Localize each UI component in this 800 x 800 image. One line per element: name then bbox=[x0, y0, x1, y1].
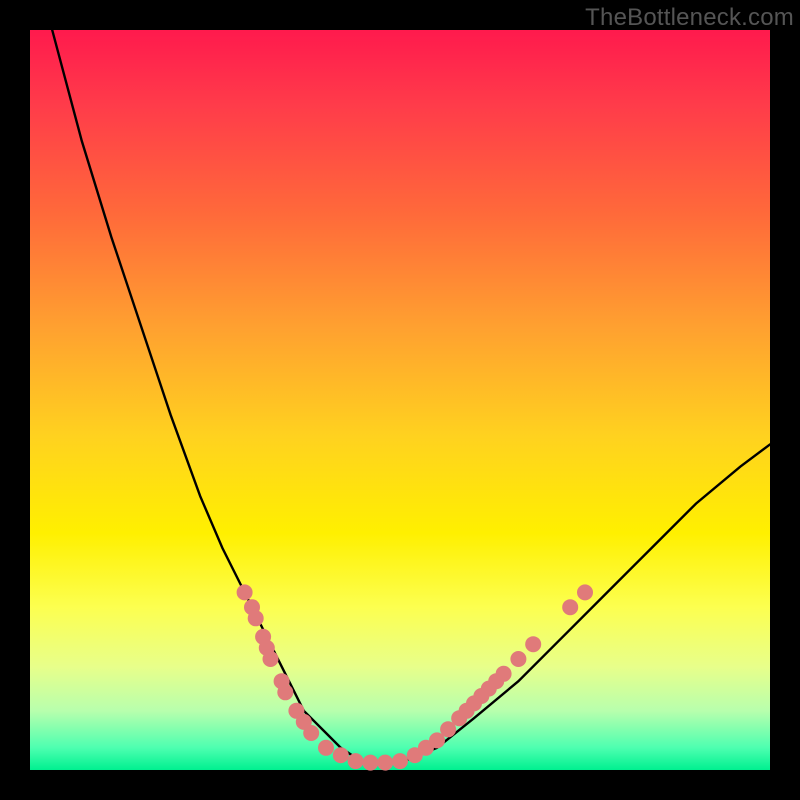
plot-area bbox=[30, 30, 770, 770]
scatter-point bbox=[348, 753, 364, 769]
scatter-point bbox=[510, 651, 526, 667]
scatter-point bbox=[263, 651, 279, 667]
scatter-point bbox=[248, 610, 264, 626]
scatter-point bbox=[377, 755, 393, 771]
scatter-point bbox=[237, 584, 253, 600]
scatter-point bbox=[525, 636, 541, 652]
chart-frame: TheBottleneck.com bbox=[0, 0, 800, 800]
scatter-point bbox=[577, 584, 593, 600]
scatter-point bbox=[496, 666, 512, 682]
bottleneck-curve-path bbox=[52, 30, 770, 763]
chart-svg bbox=[30, 30, 770, 770]
scatter-point bbox=[318, 740, 334, 756]
scatter-point bbox=[392, 753, 408, 769]
scatter-point bbox=[362, 755, 378, 771]
scatter-group bbox=[237, 584, 593, 770]
scatter-point bbox=[277, 684, 293, 700]
scatter-point bbox=[562, 599, 578, 615]
scatter-point bbox=[303, 725, 319, 741]
watermark-text: TheBottleneck.com bbox=[585, 4, 794, 32]
scatter-point bbox=[333, 747, 349, 763]
